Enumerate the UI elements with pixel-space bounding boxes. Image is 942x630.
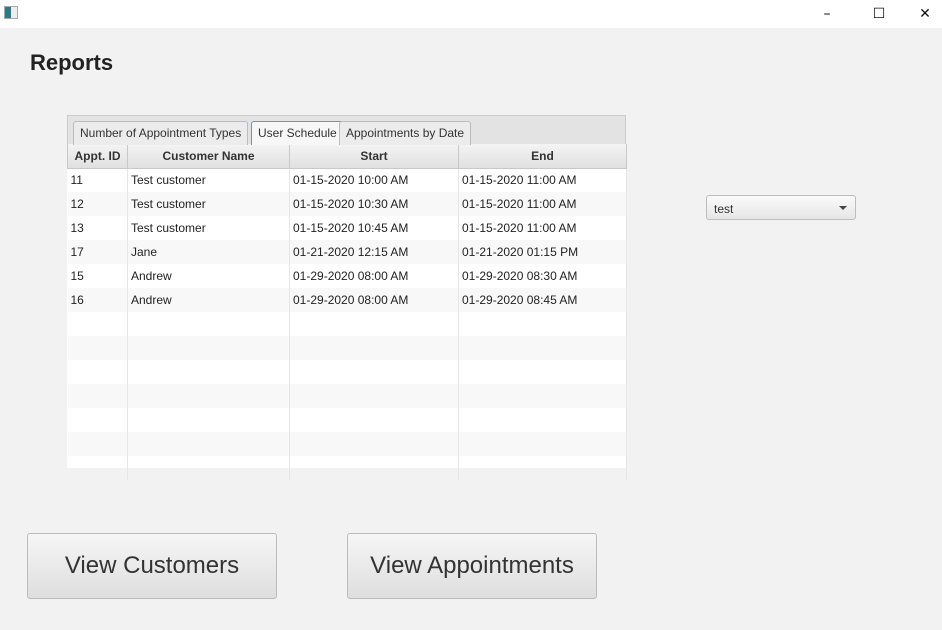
app-icon: [4, 6, 18, 19]
table-row[interactable]: 11 Test customer 01-15-2020 10:00 AM 01-15-…: [67, 168, 627, 192]
customer-name-cell: Andrew: [127, 288, 290, 312]
customer-name-cell: [127, 336, 290, 360]
table-row[interactable]: 17 Jane 01-21-2020 12:15 AM 01-21-2020 01:1…: [67, 240, 627, 264]
end-cell: [458, 456, 627, 480]
customer-name-cell: Jane: [127, 240, 290, 264]
end-cell: [458, 432, 627, 456]
start-cell: [289, 408, 459, 432]
start-cell: [289, 312, 459, 336]
tab-appointments-by-date[interactable]: Appointments by Date: [339, 121, 472, 145]
table-row[interactable]: 12 Test customer 01-15-2020 10:30 AM 01-15-…: [67, 192, 627, 216]
appt-id-cell: [67, 384, 128, 408]
customer-name-cell: Test customer: [127, 168, 290, 192]
empty-table-row[interactable]: [67, 312, 627, 336]
start-cell: 01-21-2020 12:15 AM: [289, 240, 459, 264]
end-cell: 01-15-2020 11:00 AM: [458, 168, 627, 192]
user-select[interactable]: test: [706, 195, 856, 220]
tab-header: Number of Appointment Types User Schedul…: [67, 115, 626, 145]
tab-appointment-types[interactable]: Number of Appointment Types: [73, 121, 249, 145]
customer-name-cell: [127, 384, 290, 408]
appt-id-cell: [67, 360, 128, 384]
end-cell: 01-15-2020 11:00 AM: [458, 216, 627, 240]
appt-id-cell: [67, 336, 128, 360]
customer-name-cell: [127, 456, 290, 480]
customer-name-cell: Andrew: [127, 264, 290, 288]
empty-table-row[interactable]: [67, 432, 627, 456]
appt-id-cell: [67, 408, 128, 432]
end-cell: 01-15-2020 11:00 AM: [458, 192, 627, 216]
column-header-appt-id[interactable]: Appt. ID: [67, 144, 128, 169]
end-cell: [458, 360, 627, 384]
report-tab-pane: Number of Appointment Types User Schedul…: [67, 115, 627, 480]
appt-id-cell: 17: [67, 240, 128, 264]
appt-id-cell: [67, 312, 128, 336]
start-cell: 01-15-2020 10:00 AM: [289, 168, 459, 192]
start-cell: [289, 432, 459, 456]
start-cell: 01-29-2020 08:00 AM: [289, 264, 459, 288]
close-button[interactable]: ✕: [902, 0, 942, 28]
table-row[interactable]: 16 Andrew 01-29-2020 08:00 AM 01-29-2020 08…: [67, 288, 627, 312]
start-cell: 01-15-2020 10:45 AM: [289, 216, 459, 240]
empty-table-row[interactable]: [67, 408, 627, 432]
appt-id-cell: 12: [67, 192, 128, 216]
empty-table-row[interactable]: [67, 336, 627, 360]
appt-id-cell: 13: [67, 216, 128, 240]
customer-name-cell: [127, 360, 290, 384]
view-customers-button[interactable]: View Customers: [27, 533, 277, 599]
end-cell: [458, 312, 627, 336]
end-cell: 01-29-2020 08:45 AM: [458, 288, 627, 312]
appt-id-cell: 16: [67, 288, 128, 312]
start-cell: [289, 336, 459, 360]
start-cell: [289, 360, 459, 384]
empty-table-row[interactable]: [67, 360, 627, 384]
page-title: Reports: [30, 50, 114, 75]
maximize-button[interactable]: ☐: [856, 0, 902, 28]
column-header-end[interactable]: End: [458, 144, 627, 169]
customer-name-cell: [127, 432, 290, 456]
appt-id-cell: [67, 432, 128, 456]
start-cell: [289, 384, 459, 408]
start-cell: 01-15-2020 10:30 AM: [289, 192, 459, 216]
customer-name-cell: Test customer: [127, 216, 290, 240]
tab-user-schedule[interactable]: User Schedule: [251, 121, 344, 145]
empty-table-row[interactable]: [67, 456, 627, 480]
end-cell: 01-21-2020 01:15 PM: [458, 240, 627, 264]
appt-id-cell: 15: [67, 264, 128, 288]
customer-name-cell: Test customer: [127, 192, 290, 216]
empty-table-row[interactable]: [67, 384, 627, 408]
column-header-customer-name[interactable]: Customer Name: [127, 144, 290, 169]
end-cell: [458, 336, 627, 360]
customer-name-cell: [127, 408, 290, 432]
appt-id-cell: [67, 456, 128, 480]
start-cell: 01-29-2020 08:00 AM: [289, 288, 459, 312]
start-cell: [289, 456, 459, 480]
table-row[interactable]: 15 Andrew 01-29-2020 08:00 AM 01-29-2020 08…: [67, 264, 627, 288]
appt-id-cell: 11: [67, 168, 128, 192]
view-appointments-button[interactable]: View Appointments: [347, 533, 597, 599]
title-bar: – ☐ ✕: [0, 0, 942, 28]
end-cell: [458, 384, 627, 408]
column-header-start[interactable]: Start: [289, 144, 459, 169]
table-row[interactable]: 13 Test customer 01-15-2020 10:45 AM 01-15-…: [67, 216, 627, 240]
chevron-down-icon: [839, 206, 847, 210]
end-cell: [458, 408, 627, 432]
end-cell: 01-29-2020 08:30 AM: [458, 264, 627, 288]
minimize-button[interactable]: –: [804, 0, 850, 28]
user-select-value: test: [714, 202, 734, 216]
schedule-table: Appt. ID Customer Name Start End 11 Test …: [67, 144, 627, 480]
customer-name-cell: [127, 312, 290, 336]
